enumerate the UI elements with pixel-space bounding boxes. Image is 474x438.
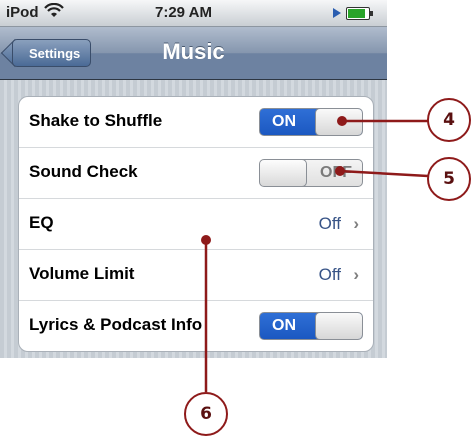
row-label: EQ bbox=[29, 213, 54, 232]
row-lyrics-podcast-info: Lyrics & Podcast Info ON bbox=[19, 300, 373, 351]
ipod-screen: iPod 7:29 AM Settings Music Shake to Shu… bbox=[0, 0, 387, 358]
music-settings-group: Shake to Shuffle ON Sound Check OFF EQ O… bbox=[18, 96, 374, 352]
status-bar: iPod 7:29 AM bbox=[0, 0, 387, 27]
chevron-right-icon: › bbox=[353, 214, 359, 233]
switch-state: OFF bbox=[320, 164, 352, 181]
play-icon bbox=[333, 8, 341, 18]
row-shake-to-shuffle: Shake to Shuffle ON bbox=[19, 97, 373, 147]
wifi-icon bbox=[44, 3, 64, 17]
row-label: Lyrics & Podcast Info bbox=[29, 315, 203, 334]
carrier-label: iPod bbox=[6, 4, 39, 21]
switch-knob bbox=[260, 160, 307, 186]
row-value: Off bbox=[318, 265, 341, 284]
switch-knob bbox=[315, 313, 362, 339]
row-label: Shake to Shuffle bbox=[29, 111, 163, 130]
battery-icon bbox=[346, 7, 373, 20]
page-title: Music bbox=[162, 39, 225, 64]
callout-badge-6: 6 bbox=[184, 392, 228, 436]
switch-state: ON bbox=[272, 113, 296, 130]
callout-badge-5: 5 bbox=[427, 157, 471, 201]
chevron-right-icon: › bbox=[353, 265, 359, 284]
shake-to-shuffle-switch[interactable]: ON bbox=[259, 108, 363, 136]
row-label: Sound Check bbox=[29, 162, 138, 181]
row-volume-limit[interactable]: Volume Limit Off › bbox=[19, 249, 373, 300]
row-value: Off bbox=[318, 214, 341, 233]
row-label: Volume Limit bbox=[29, 264, 135, 283]
switch-state: ON bbox=[272, 317, 296, 334]
navigation-bar: Settings Music bbox=[0, 27, 387, 80]
callout-badge-4: 4 bbox=[427, 98, 471, 142]
row-eq[interactable]: EQ Off › bbox=[19, 198, 373, 249]
lyrics-podcast-info-switch[interactable]: ON bbox=[259, 312, 363, 340]
switch-knob bbox=[315, 109, 362, 135]
sound-check-switch[interactable]: OFF bbox=[259, 159, 363, 187]
status-time: 7:29 AM bbox=[155, 4, 212, 21]
row-sound-check: Sound Check OFF bbox=[19, 147, 373, 198]
